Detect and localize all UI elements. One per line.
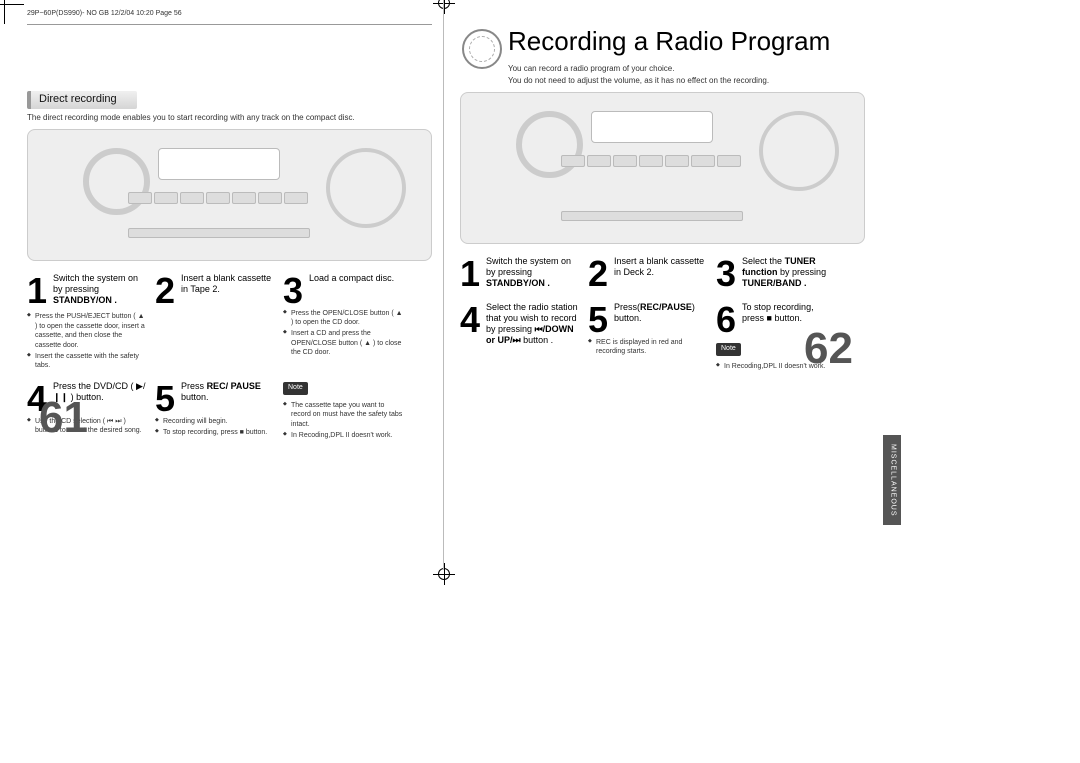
step-1: 1 Switch the system on by pressing STAND…	[27, 271, 147, 371]
print-sheet: 29P~60P(DS990)- NO GB 12/2/04 10:20 Page…	[0, 0, 1080, 763]
register-mark	[438, 568, 450, 580]
device-illustration	[27, 129, 432, 261]
step-sub: Press the OPEN/CLOSE button ( ▲ ) to ope…	[283, 309, 403, 358]
step-text: Press(REC/PAUSE) button.	[614, 302, 708, 325]
step-text: Select the radio station that you wish t…	[486, 302, 580, 347]
step-line: Select the	[742, 256, 782, 266]
section-title: Direct recording	[27, 91, 137, 109]
intro-line: You do not need to adjust the volume, as…	[508, 76, 865, 86]
step-5: 5 Press(REC/PAUSE) button. REC is displa…	[588, 300, 708, 372]
step-text: Press REC/ PAUSE button.	[181, 381, 275, 404]
page-title: Recording a Radio Program	[508, 25, 865, 58]
step-number: 1	[460, 256, 480, 292]
section-intro: The direct recording mode enables you to…	[27, 113, 432, 123]
sub-line: Insert the cassette with the safety tabs…	[27, 352, 147, 371]
step-1: 1 Switch the system on by pressing STAND…	[460, 254, 580, 292]
step-number: 4	[460, 302, 480, 338]
step-3: 3 Select the TUNER function by pressing …	[716, 254, 836, 292]
step-number: 2	[588, 256, 608, 292]
header-job-line: 29P~60P(DS990)- NO GB 12/2/04 10:20 Page…	[27, 10, 432, 19]
step-line: button.	[614, 313, 642, 323]
step-sub: Recording will begin. To stop recording,…	[155, 417, 275, 438]
step-accent: REC/PAUSE	[640, 302, 692, 312]
step-accent: STANDBY/ON .	[53, 295, 117, 305]
step-sub: Press the PUSH/EJECT button ( ▲ ) to ope…	[27, 312, 147, 371]
step-number: 6	[716, 302, 736, 338]
step-number: 3	[283, 273, 303, 309]
step-5: 5 Press REC/ PAUSE button. Recording wil…	[155, 379, 275, 441]
sub-line: In Recoding,DPL II doesn't work.	[283, 431, 403, 440]
sub-line: Recording will begin.	[155, 417, 275, 426]
step-accent: TUNER/BAND .	[742, 278, 807, 288]
step-text: Switch the system on by pressing STANDBY…	[486, 256, 580, 290]
step-number: 5	[588, 302, 608, 338]
sub-line: Press the PUSH/EJECT button ( ▲ ) to ope…	[27, 312, 147, 350]
page-number: 62	[804, 321, 853, 376]
step-note: Note The cassette tape you want to recor…	[283, 379, 403, 441]
step-text: Load a compact disc.	[309, 273, 403, 284]
step-number: 2	[155, 273, 175, 309]
step-2: 2 Insert a blank cassette in Tape 2.	[155, 271, 275, 371]
note-body: The cassette tape you want to record on …	[283, 401, 403, 441]
step-accent: REC/ PAUSE	[207, 381, 261, 391]
step-2: 2 Insert a blank cassette in Deck 2.	[588, 254, 708, 292]
step-number: 3	[716, 256, 736, 292]
step-number: 5	[155, 381, 175, 417]
crop-mark	[4, 0, 5, 24]
device-illustration	[460, 92, 865, 244]
step-number: 1	[27, 273, 47, 309]
note-badge: Note	[716, 343, 741, 356]
side-category-tab: MISCELLANEOUS	[883, 435, 901, 525]
step-line: button .	[523, 335, 553, 345]
step-line: Press	[614, 302, 637, 312]
step-line: by pressing	[780, 267, 826, 277]
title-ring-icon	[462, 29, 502, 69]
step-text: Select the TUNER function by pressing TU…	[742, 256, 836, 290]
title-wrap: Recording a Radio Program	[508, 25, 865, 58]
step-3: 3 Load a compact disc. Press the OPEN/CL…	[283, 271, 403, 371]
sub-line: The cassette tape you want to record on …	[283, 401, 403, 429]
sub-line: Insert a CD and press the OPEN/CLOSE but…	[283, 329, 403, 357]
step-accent: STANDBY/ON .	[486, 278, 550, 288]
intro-line: You can record a radio program of your c…	[508, 64, 865, 74]
note-badge: Note	[283, 382, 308, 395]
right-page: Recording a Radio Program You can record…	[460, 25, 865, 371]
page-number: 61	[39, 390, 88, 445]
step-text: Insert a blank cassette in Deck 2.	[614, 256, 708, 279]
step-4: 4 Select the radio station that you wish…	[460, 300, 580, 372]
header-rule	[27, 24, 432, 25]
sub-line: REC is displayed in red and recording st…	[588, 338, 708, 357]
step-line: Switch the system on by pressing	[53, 273, 138, 294]
step-text: Insert a blank cassette in Tape 2.	[181, 273, 275, 296]
step-line: Press	[181, 381, 204, 391]
register-mark	[438, 0, 450, 9]
step-line: Switch the system on by pressing	[486, 256, 571, 277]
sub-line: Press the OPEN/CLOSE button ( ▲ ) to ope…	[283, 309, 403, 328]
step-sub: REC is displayed in red and recording st…	[588, 338, 708, 357]
left-page: 29P~60P(DS990)- NO GB 12/2/04 10:20 Page…	[27, 10, 432, 440]
step-text: Switch the system on by pressing STANDBY…	[53, 273, 147, 307]
spread-divider	[443, 0, 444, 570]
sub-line: To stop recording, press ■ button.	[155, 428, 275, 437]
step-line: button.	[181, 392, 209, 402]
